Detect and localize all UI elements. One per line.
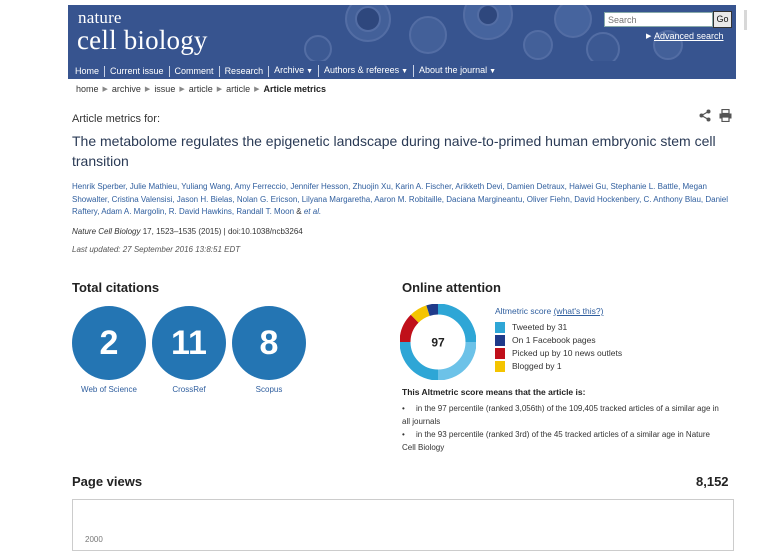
legend-row-facebook[interactable]: On 1 Facebook pages [495,334,596,346]
nav-home-label: Home [75,65,100,76]
citation-label-web-of-science[interactable]: Web of Science [72,385,146,394]
breadcrumb-home[interactable]: home [76,84,99,94]
breadcrumb-arrow-icon: ▶ [179,86,185,93]
nav-authors-referees[interactable]: Authors & referees ▼ [319,65,415,77]
logo-cell-biology[interactable]: cell biology [77,26,208,54]
page-views-chart [72,499,734,551]
percentile-text-journal: in the 93 percentile (ranked 3rd) of the… [402,430,710,452]
legend-row-twitter[interactable]: Tweeted by 31 [495,321,567,333]
legend-swatch-twitter [495,321,505,333]
nav-about-journal[interactable]: About the journal ▼ [414,65,501,77]
citation-label-scopus[interactable]: Scopus [232,385,306,394]
nav-comment[interactable]: Comment [170,65,220,77]
bullet-icon: • [402,430,405,439]
legend-row-news[interactable]: Picked up by 10 news outlets [495,347,622,359]
breadcrumb-article[interactable]: article [189,84,213,94]
breadcrumb-arrow-icon: ▶ [144,86,151,93]
nav-current-issue[interactable]: Current issue [105,65,170,77]
article-title: The metabolome regulates the epigenetic … [72,133,716,169]
percentile-bullet-all-journals: • in the 97 percentile (ranked 3,056th) o… [402,403,722,428]
logo-nature[interactable]: nature [78,9,122,26]
search-input[interactable] [604,12,713,27]
citation-journal: Nature Cell Biology [72,227,141,236]
advanced-search-link[interactable]: Advanced search [654,31,724,41]
total-citations-heading: Total citations [72,280,160,295]
bullet-icon: • [402,404,405,413]
page-views-heading: Page views [72,474,143,489]
print-icon[interactable] [719,109,732,122]
main-nav: Home Current issue Comment Research Arch… [68,63,736,79]
nav-comment-label: Comment [174,65,214,76]
whats-this-link[interactable]: (what's this?) [554,306,604,316]
legend-swatch-facebook [495,334,505,346]
nav-research-label: Research [224,65,264,76]
breadcrumb: home ▶ archive ▶ issue ▶ article ▶ artic… [76,84,326,94]
advanced-search-arrow-icon: ▶ [646,33,652,40]
breadcrumb-article-2[interactable]: article [226,84,250,94]
page-views-count: 8,152 [696,474,729,489]
legend-label-news: Picked up by 10 news outlets [512,348,623,358]
author-list: Henrik Sperber, Julie Mathieu, Yuliang W… [72,182,729,216]
et-al-link[interactable]: et al. [304,207,321,216]
legend-label-twitter: Tweeted by 31 [512,322,568,332]
chevron-down-icon: ▼ [401,68,409,75]
legend-swatch-blogs [495,360,505,372]
breadcrumb-archive[interactable]: archive [112,84,141,94]
percentile-bullet-journal: • in the 93 percentile (ranked 3rd) of th… [402,429,722,454]
percentile-text-all-journals: in the 97 percentile (ranked 3,056th) of… [402,404,719,426]
breadcrumb-arrow-icon: ▶ [216,86,223,93]
altmetric-means-heading: This Altmetric score means that the arti… [402,387,586,397]
citation-count-scopus[interactable]: 8 [232,306,306,380]
nav-archive-label: Archive [274,65,305,75]
citation-label-crossref[interactable]: CrossRef [152,385,226,394]
altmetric-score-text: Altmetric score [495,306,552,316]
authors-text[interactable]: Henrik Sperber, Julie Mathieu, Yuliang W… [72,182,728,216]
citation-count-crossref[interactable]: 11 [152,306,226,380]
legend-row-blogs[interactable]: Blogged by 1 [495,360,562,372]
citation-count-web-of-science[interactable]: 2 [72,306,146,380]
breadcrumb-arrow-icon: ▶ [102,86,108,93]
article-citation: Nature Cell Biology 17, 1523–1535 (2015)… [72,227,303,236]
altmetric-score-value: 97 [431,336,445,350]
nav-home[interactable]: Home [68,65,106,77]
metrics-for-label: Article metrics for: [72,113,161,125]
breadcrumb-arrow-icon: ▶ [254,86,260,93]
legend-swatch-news [495,347,505,359]
nav-authors-referees-label: Authors & referees [324,65,400,75]
site-header: nature cell biology Go ▶ Advanced search… [68,5,736,79]
breadcrumb-current: Article metrics [263,84,327,94]
nav-research[interactable]: Research [220,65,270,77]
nav-archive[interactable]: Archive ▼ [269,65,320,77]
chevron-down-icon: ▼ [306,68,314,75]
nav-current-issue-label: Current issue [110,65,164,76]
online-attention-heading: Online attention [402,280,501,295]
search-go-button[interactable]: Go [713,11,732,28]
scrollbar-fragment[interactable] [744,10,747,30]
share-icon[interactable] [699,109,711,122]
citation-details: 17, 1523–1535 (2015) | doi:10.1038/ncb32… [142,227,303,236]
nav-about-journal-label: About the journal [419,65,488,75]
chevron-down-icon: ▼ [489,68,497,75]
legend-label-blogs: Blogged by 1 [512,361,562,371]
altmetric-donut[interactable]: 97 [400,304,476,380]
legend-label-facebook: On 1 Facebook pages [512,335,596,345]
last-updated: Last updated: 27 September 2016 13:8:51 … [72,245,241,254]
altmetric-score-label: Altmetric score (what's this?) [495,306,603,316]
breadcrumb-issue[interactable]: issue [154,84,175,94]
